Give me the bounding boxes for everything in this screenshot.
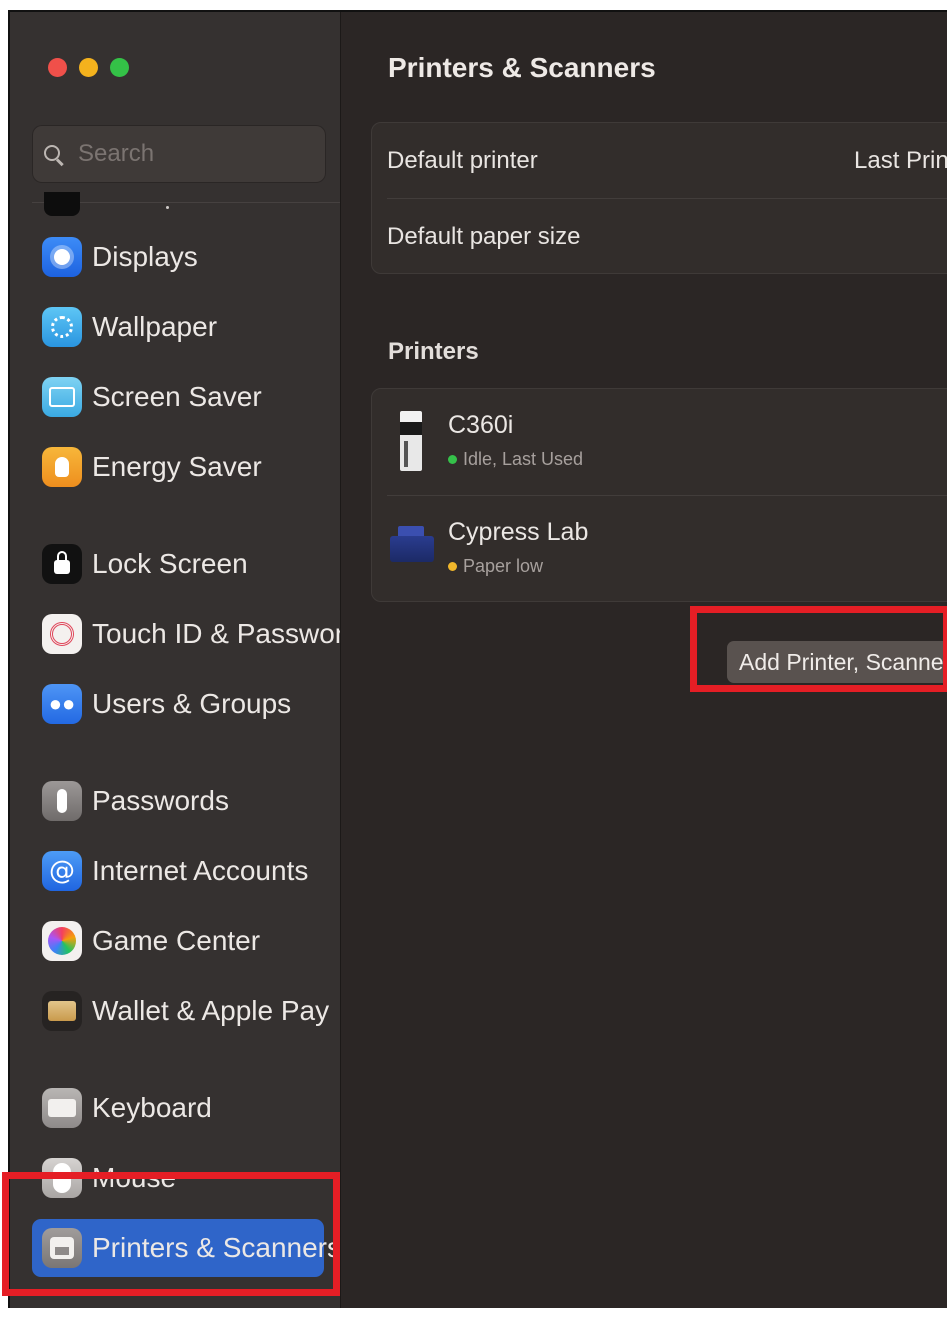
fingerprint-icon — [42, 614, 82, 654]
sidebar-item-label: Wallpaper — [92, 311, 218, 342]
default-printer-label: Default printer — [387, 146, 538, 174]
keyboard-icon — [42, 1088, 82, 1128]
highlight-box-add-button — [690, 606, 947, 692]
wallet-icon — [42, 991, 82, 1031]
sidebar-item-keyboard[interactable]: Keyboard — [32, 1079, 324, 1137]
status-dot-icon — [448, 455, 457, 464]
printer-status-text: Paper low — [463, 556, 544, 576]
at-icon: @ — [42, 851, 82, 891]
page-title: Printers & Scanners — [388, 52, 656, 83]
default-printer-row[interactable]: Default printer Last Printe — [372, 123, 947, 198]
sidebar-item-displays[interactable]: Displays — [32, 228, 324, 286]
sidebar: Displays Wallpaper Screen Saver Energy S… — [10, 12, 341, 1308]
sidebar-item-game-center[interactable]: Game Center — [32, 912, 324, 970]
sidebar-item-wallet[interactable]: Wallet & Apple Pay — [32, 982, 329, 1040]
sidebar-item-label: Screen Saver — [92, 381, 262, 412]
sidebar-item-partial-label[interactable] — [166, 206, 169, 209]
sidebar-item-label: Energy Saver — [92, 451, 262, 482]
printer-status: Idle, Last Used — [448, 449, 583, 470]
sidebar-item-label: Wallet & Apple Pay — [92, 995, 330, 1026]
default-paper-size-row[interactable]: Default paper size — [372, 199, 947, 273]
printers-list: C360i Idle, Last Used Cypress Lab Paper … — [371, 388, 947, 602]
printer-name: C360i — [448, 411, 514, 439]
printers-section-title: Printers — [388, 338, 479, 365]
sidebar-item-users-groups[interactable]: ●● Users & Groups — [32, 675, 324, 733]
sidebar-item-label: Displays — [92, 241, 198, 272]
default-printer-select[interactable]: Last Printe — [854, 147, 947, 175]
sidebar-item-label: Users & Groups — [92, 688, 292, 719]
highlight-box-sidebar — [2, 1172, 340, 1296]
search-box[interactable] — [32, 125, 326, 183]
sidebar-item-touch-id[interactable]: Touch ID & Password — [32, 605, 340, 663]
default-paper-size-label: Default paper size — [387, 222, 581, 250]
printer-status: Paper low — [448, 556, 543, 577]
sidebar-item-label: Touch ID & Password — [92, 618, 341, 649]
bulb-icon — [42, 447, 82, 487]
sidebar-item-label: Keyboard — [92, 1092, 212, 1123]
defaults-card: Default printer Last Printe Default pape… — [371, 122, 947, 274]
close-window-button[interactable] — [48, 58, 67, 77]
status-dot-icon — [448, 562, 457, 571]
sidebar-item-passwords[interactable]: Passwords — [32, 772, 324, 830]
printer-row-c360i[interactable]: C360i Idle, Last Used — [372, 389, 947, 495]
sidebar-item-internet-accounts[interactable]: @ Internet Accounts — [32, 842, 324, 900]
sidebar-item-wallpaper[interactable]: Wallpaper — [32, 298, 324, 356]
printer-name: Cypress Lab — [448, 518, 589, 546]
search-input[interactable] — [76, 139, 300, 169]
screen-icon — [42, 377, 82, 417]
key-icon — [42, 781, 82, 821]
printer-status-text: Idle, Last Used — [463, 449, 584, 469]
maximize-window-button[interactable] — [110, 58, 129, 77]
window-controls — [48, 58, 129, 77]
sidebar-item-label: Internet Accounts — [92, 855, 309, 886]
game-center-icon — [42, 921, 82, 961]
printer-device-icon — [400, 411, 422, 471]
sidebar-item-partial-icon[interactable] — [44, 192, 80, 216]
printer-device-icon — [390, 526, 434, 562]
sidebar-item-label: Lock Screen — [92, 548, 248, 579]
flower-icon — [42, 307, 82, 347]
sidebar-item-energy-saver[interactable]: Energy Saver — [32, 438, 324, 496]
sidebar-item-lock-screen[interactable]: Lock Screen — [32, 535, 324, 593]
sidebar-item-label: Game Center — [92, 925, 261, 956]
lock-icon — [42, 544, 82, 584]
minimize-window-button[interactable] — [79, 58, 98, 77]
sun-icon — [42, 237, 82, 277]
people-icon: ●● — [42, 684, 82, 724]
sidebar-item-label: Passwords — [92, 785, 229, 816]
search-icon — [44, 145, 62, 163]
sidebar-item-screen-saver[interactable]: Screen Saver — [32, 368, 324, 426]
printer-row-cypress-lab[interactable]: Cypress Lab Paper low — [372, 496, 947, 601]
